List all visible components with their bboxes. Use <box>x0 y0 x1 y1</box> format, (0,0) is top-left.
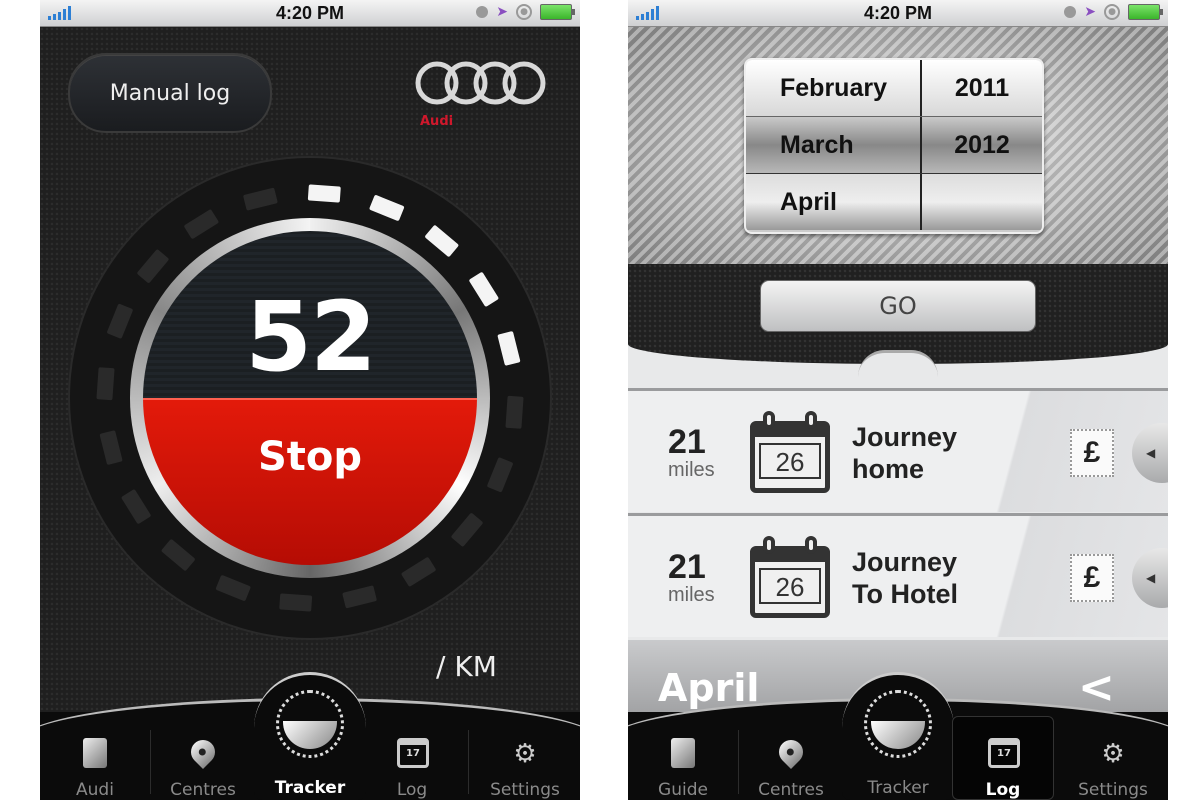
signal-icon <box>48 6 71 20</box>
speed-gauge: 52 Stop <box>70 158 550 638</box>
signal-icon <box>636 6 659 20</box>
journey-miles-unit: miles <box>668 584 715 606</box>
expense-pound-button[interactable]: £ <box>1070 429 1114 477</box>
gauge-segment-lit <box>307 184 341 203</box>
tracker-icon[interactable] <box>864 690 932 758</box>
battery-icon <box>540 4 575 20</box>
document-icon <box>671 738 695 768</box>
gauge-segment <box>487 457 513 493</box>
picker-month[interactable]: February <box>746 60 922 116</box>
tab-settings[interactable]: ⚙ Settings <box>475 722 575 800</box>
chevron-left-icon[interactable]: < <box>1078 662 1115 713</box>
brand-label: Audi <box>420 114 454 129</box>
clock-icon <box>476 6 489 18</box>
tab-centres[interactable]: Centres <box>741 722 841 800</box>
tab-tracker[interactable]: Tracker <box>842 778 954 798</box>
map-pin-icon <box>774 735 808 769</box>
picker-year[interactable]: 2011 <box>922 60 1042 116</box>
rotation-lock-icon: ● <box>516 4 532 20</box>
location-arrow-icon: ➤ <box>1084 4 1096 20</box>
row-arrow-left-icon[interactable]: ◀ <box>1132 423 1168 483</box>
picker-year[interactable]: 2012 <box>922 117 1042 173</box>
expense-pound-button[interactable]: £ <box>1070 554 1114 602</box>
gauge-segment <box>107 303 133 339</box>
tab-tracker[interactable]: Tracker <box>254 778 366 798</box>
gauge-segment <box>99 430 123 465</box>
status-time: 4:20 PM <box>863 2 933 23</box>
picker-row[interactable]: February 2011 <box>746 60 1042 116</box>
tab-log[interactable]: 17 Log <box>953 722 1053 800</box>
gauge-segment-lit <box>369 195 405 221</box>
picker-month[interactable]: April <box>746 174 922 230</box>
gear-icon: ⚙ <box>1101 739 1125 769</box>
month-title: April <box>658 666 760 710</box>
map-pin-icon <box>186 735 220 769</box>
gauge-segment <box>279 593 313 612</box>
calendar-icon: 17 <box>988 738 1020 768</box>
calendar-icon: 26 <box>750 411 830 493</box>
journey-row[interactable]: 21 miles 26 Journey To Hotel £ ◀ <box>628 513 1168 637</box>
journey-miles-unit: miles <box>668 459 715 481</box>
calendar-icon: 26 <box>750 536 830 618</box>
stop-button[interactable]: Stop <box>143 398 477 565</box>
gauge-segment-lit <box>497 331 521 366</box>
month-year-picker[interactable]: February 2011 March 2012 April <box>744 58 1044 234</box>
speed-value: 52 <box>245 281 377 393</box>
calendar-icon: 17 <box>397 738 429 768</box>
gauge-segment <box>505 395 524 429</box>
manual-log-button[interactable]: Manual log <box>68 53 272 133</box>
journey-day: 26 <box>759 568 821 604</box>
status-time: 4:20 PM <box>275 2 345 23</box>
picker-year[interactable] <box>922 174 1042 230</box>
picker-month[interactable]: March <box>746 117 922 173</box>
tab-centres[interactable]: Centres <box>153 722 253 800</box>
tab-guide[interactable]: Guide <box>633 722 733 800</box>
row-arrow-left-icon[interactable]: ◀ <box>1132 548 1168 608</box>
gauge-segment <box>96 367 115 401</box>
gauge-segment <box>215 575 251 601</box>
location-arrow-icon: ➤ <box>496 4 508 20</box>
tracker-icon[interactable] <box>276 690 344 758</box>
document-icon <box>83 738 107 768</box>
unit-label: / KM <box>436 650 497 683</box>
go-button[interactable]: GO <box>760 280 1036 332</box>
status-bar: 4:20 PM ➤ ● <box>628 0 1168 27</box>
gauge-segment <box>342 585 377 609</box>
log-screen: 4:20 PM ➤ ● February 2011 March 2012 Apr… <box>628 0 1168 800</box>
tab-settings[interactable]: ⚙ Settings <box>1063 722 1163 800</box>
gear-icon: ⚙ <box>513 739 537 769</box>
audi-rings-logo <box>415 61 546 105</box>
journey-day: 26 <box>759 443 821 479</box>
journey-title: Journey home <box>852 422 958 484</box>
gauge-segment <box>243 187 278 211</box>
journey-title: Journey To Hotel <box>852 547 958 609</box>
status-bar: 4:20 PM ➤ ● <box>40 0 580 27</box>
journey-miles: 21 <box>668 423 706 461</box>
tracker-screen: 4:20 PM ➤ ● Manual log Audi 52 Stop / KM… <box>40 0 580 800</box>
picker-row[interactable]: April <box>746 174 1042 230</box>
tab-audi[interactable]: Audi <box>45 722 145 800</box>
gauge-face: 52 Stop <box>143 231 477 565</box>
picker-row-selected[interactable]: March 2012 <box>746 116 1042 175</box>
journey-row[interactable]: 21 miles 26 Journey home £ ◀ <box>628 388 1168 512</box>
journey-miles: 21 <box>668 548 706 586</box>
rotation-lock-icon: ● <box>1104 4 1120 20</box>
battery-icon <box>1128 4 1163 20</box>
clock-icon <box>1064 6 1077 18</box>
tab-log[interactable]: 17 Log <box>362 722 462 800</box>
